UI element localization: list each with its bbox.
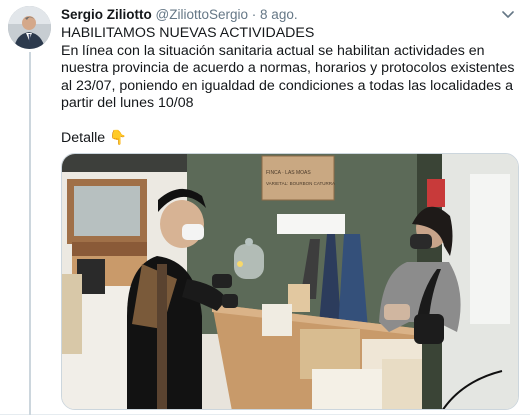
author-avatar[interactable] <box>8 6 51 49</box>
header-separator: · <box>251 7 257 22</box>
tweet-media-photo[interactable]: FINCA · LAS MOAS VARIETAL: BOURBON CATUR… <box>61 153 519 410</box>
tweet-date[interactable]: 8 ago. <box>260 7 298 22</box>
tweet-card[interactable]: Sergio Ziliotto @ZiliottoSergio · 8 ago.… <box>0 0 530 415</box>
cafe-photo-image: FINCA · LAS MOAS VARIETAL: BOURBON CATUR… <box>62 154 518 409</box>
tweet-content: Sergio Ziliotto @ZiliottoSergio · 8 ago.… <box>61 5 519 148</box>
author-handle[interactable]: @ZiliottoSergio <box>156 7 249 22</box>
tweet-text: HABILITAMOS NUEVAS ACTIVIDADES En línea … <box>61 25 515 146</box>
sign-text-line1: FINCA · LAS MOAS <box>266 170 311 176</box>
author-name[interactable]: Sergio Ziliotto <box>61 7 152 22</box>
sign-text-line2: VARIETAL: BOURBON CATURRA <box>266 181 335 186</box>
tweet-header: Sergio Ziliotto @ZiliottoSergio · 8 ago. <box>61 5 519 25</box>
thread-connector-line <box>29 52 31 415</box>
avatar-photo-icon <box>8 6 51 49</box>
